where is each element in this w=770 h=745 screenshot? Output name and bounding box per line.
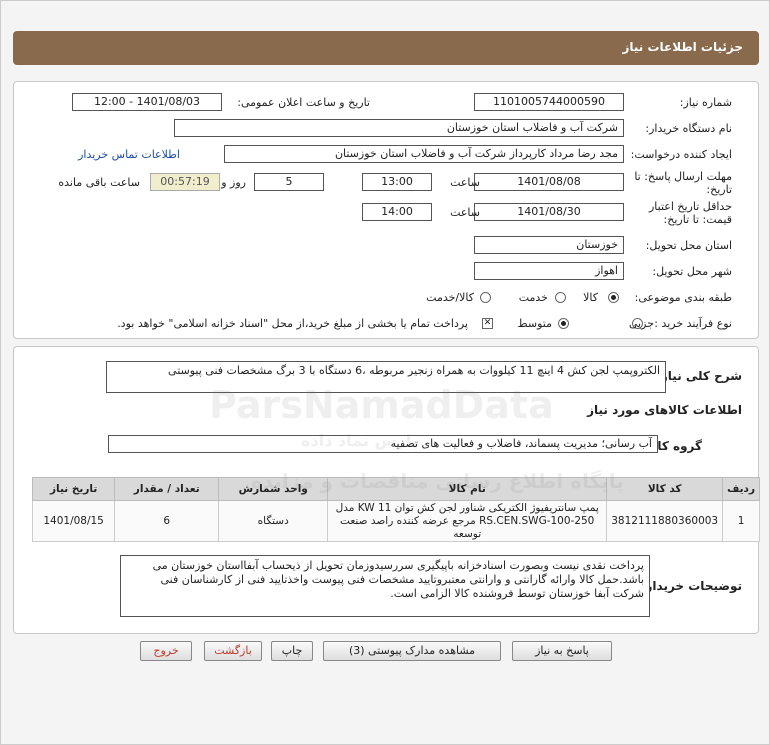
announce-field[interactable]: 1401/08/03 - 12:00 bbox=[72, 93, 222, 111]
reply-button[interactable]: پاسخ به نیاز bbox=[512, 641, 612, 661]
goods-table: ردیف کد کالا نام کالا واحد شمارش تعداد /… bbox=[31, 477, 760, 542]
process-option-minor: جزیی bbox=[628, 317, 654, 330]
category-option-service: خدمت bbox=[518, 291, 548, 304]
print-button[interactable]: چاپ bbox=[271, 641, 313, 661]
cell-row: 1 bbox=[722, 500, 760, 542]
category-label: طبقه بندی موضوعی: bbox=[634, 291, 732, 304]
need-details-panel: شرح کلی نیاز: الکتروپمپ لجن کش 4 اینچ 11… bbox=[13, 346, 760, 634]
exit-button[interactable]: خروج bbox=[140, 641, 192, 661]
remaining-timer: 00:57:19 bbox=[150, 173, 220, 191]
deadline-time-label: ساعت bbox=[450, 176, 480, 189]
city-label: شهر محل تحویل: bbox=[652, 265, 732, 278]
validity-time-label: ساعت bbox=[450, 206, 480, 219]
process-radio-medium[interactable] bbox=[558, 318, 569, 329]
treasury-checkbox[interactable]: ✕ bbox=[482, 318, 493, 329]
category-radio-goods[interactable] bbox=[608, 292, 619, 303]
page: جزئیات اطلاعات نیاز شماره نیاز: 11010057… bbox=[0, 0, 770, 745]
creator-label: ایجاد کننده درخواست: bbox=[630, 148, 732, 161]
col-date: تاریخ نیاز bbox=[31, 477, 116, 501]
attachments-button[interactable]: مشاهده مدارک پیوستی (3) bbox=[323, 641, 501, 661]
city-field[interactable]: اهواز bbox=[474, 262, 624, 280]
creator-field[interactable]: مجد رضا مرداد کارپرداز شرکت آب و فاضلاب … bbox=[224, 145, 624, 163]
back-button[interactable]: بازگشت bbox=[204, 641, 262, 661]
deadline-time-field[interactable]: 13:00 bbox=[362, 173, 432, 191]
validity-label: حداقل تاریخ اعتبار قیمت: تا تاریخ: bbox=[648, 200, 732, 226]
col-code: کد کالا bbox=[606, 477, 724, 501]
need-number-label: شماره نیاز: bbox=[679, 96, 732, 109]
category-radio-goods-service[interactable] bbox=[480, 292, 491, 303]
col-qty: تعداد / مقدار bbox=[114, 477, 220, 501]
cell-unit: دستگاه bbox=[218, 500, 329, 542]
summary-field[interactable]: الکتروپمپ لجن کش 4 اینچ 11 کیلووات به هم… bbox=[106, 361, 666, 393]
buyer-label: نام دستگاه خریدار: bbox=[645, 122, 732, 135]
page-title: جزئیات اطلاعات نیاز bbox=[622, 40, 743, 54]
validity-date-field[interactable]: 1401/08/30 bbox=[474, 203, 624, 221]
need-number-field[interactable]: 1101005744000590 bbox=[474, 93, 624, 111]
days-field[interactable]: 5 bbox=[254, 173, 324, 191]
category-option-goods: کالا bbox=[583, 291, 598, 304]
buyer-notes-field[interactable]: پرداخت نقدی نیست وبصورت اسنادخزانه باپیگ… bbox=[120, 555, 650, 617]
deadline-label: مهلت ارسال پاسخ: تا تاریخ: bbox=[634, 170, 732, 196]
province-field[interactable]: خوزستان bbox=[474, 236, 624, 254]
cell-date: 1401/08/15 bbox=[31, 500, 116, 542]
validity-time-field[interactable]: 14:00 bbox=[362, 203, 432, 221]
page-header: جزئیات اطلاعات نیاز bbox=[13, 31, 759, 65]
table-header-row: ردیف کد کالا نام کالا واحد شمارش تعداد /… bbox=[31, 477, 760, 501]
cell-code: 3812111880360003 bbox=[606, 500, 724, 542]
cell-qty: 6 bbox=[114, 500, 220, 542]
col-name: نام کالا bbox=[327, 477, 608, 501]
announce-label: تاریخ و ساعت اعلان عمومی: bbox=[237, 96, 370, 109]
summary-label: شرح کلی نیاز: bbox=[656, 369, 742, 383]
buyer-notes-label: توضیحات خریدار: bbox=[640, 579, 742, 593]
goods-info-title: اطلاعات کالاهای مورد نیاز bbox=[587, 403, 742, 417]
remaining-label: ساعت باقی مانده bbox=[58, 176, 140, 189]
table-row[interactable]: 1 3812111880360003 پمپ سانتریفیوژ الکتری… bbox=[31, 500, 760, 542]
cell-name: پمپ سانتریفیوژ الکتریکی شناور لجن کش توا… bbox=[327, 500, 608, 542]
process-option-medium: متوسط bbox=[517, 317, 552, 330]
category-option-goods-service: کالا/خدمت bbox=[426, 291, 474, 304]
treasury-note: پرداخت تمام یا بخشی از مبلغ خرید،از محل … bbox=[117, 317, 468, 330]
province-label: استان محل تحویل: bbox=[645, 239, 732, 252]
category-radio-service[interactable] bbox=[555, 292, 566, 303]
need-info-panel: شماره نیاز: 1101005744000590 تاریخ و ساع… bbox=[13, 81, 759, 339]
buyer-contact-link[interactable]: اطلاعات تماس خریدار bbox=[78, 148, 180, 161]
process-label: نوع فرآیند خرید : bbox=[654, 317, 732, 330]
col-unit: واحد شمارش bbox=[218, 477, 329, 501]
days-label: روز و bbox=[221, 176, 246, 189]
deadline-date-field[interactable]: 1401/08/08 bbox=[474, 173, 624, 191]
col-row: ردیف bbox=[722, 477, 760, 501]
goods-group-field[interactable]: آب رسانی؛ مدیریت پسماند، فاضلاب و فعالیت… bbox=[108, 435, 658, 453]
buyer-field[interactable]: شرکت آب و فاضلاب استان خوزستان bbox=[174, 119, 624, 137]
